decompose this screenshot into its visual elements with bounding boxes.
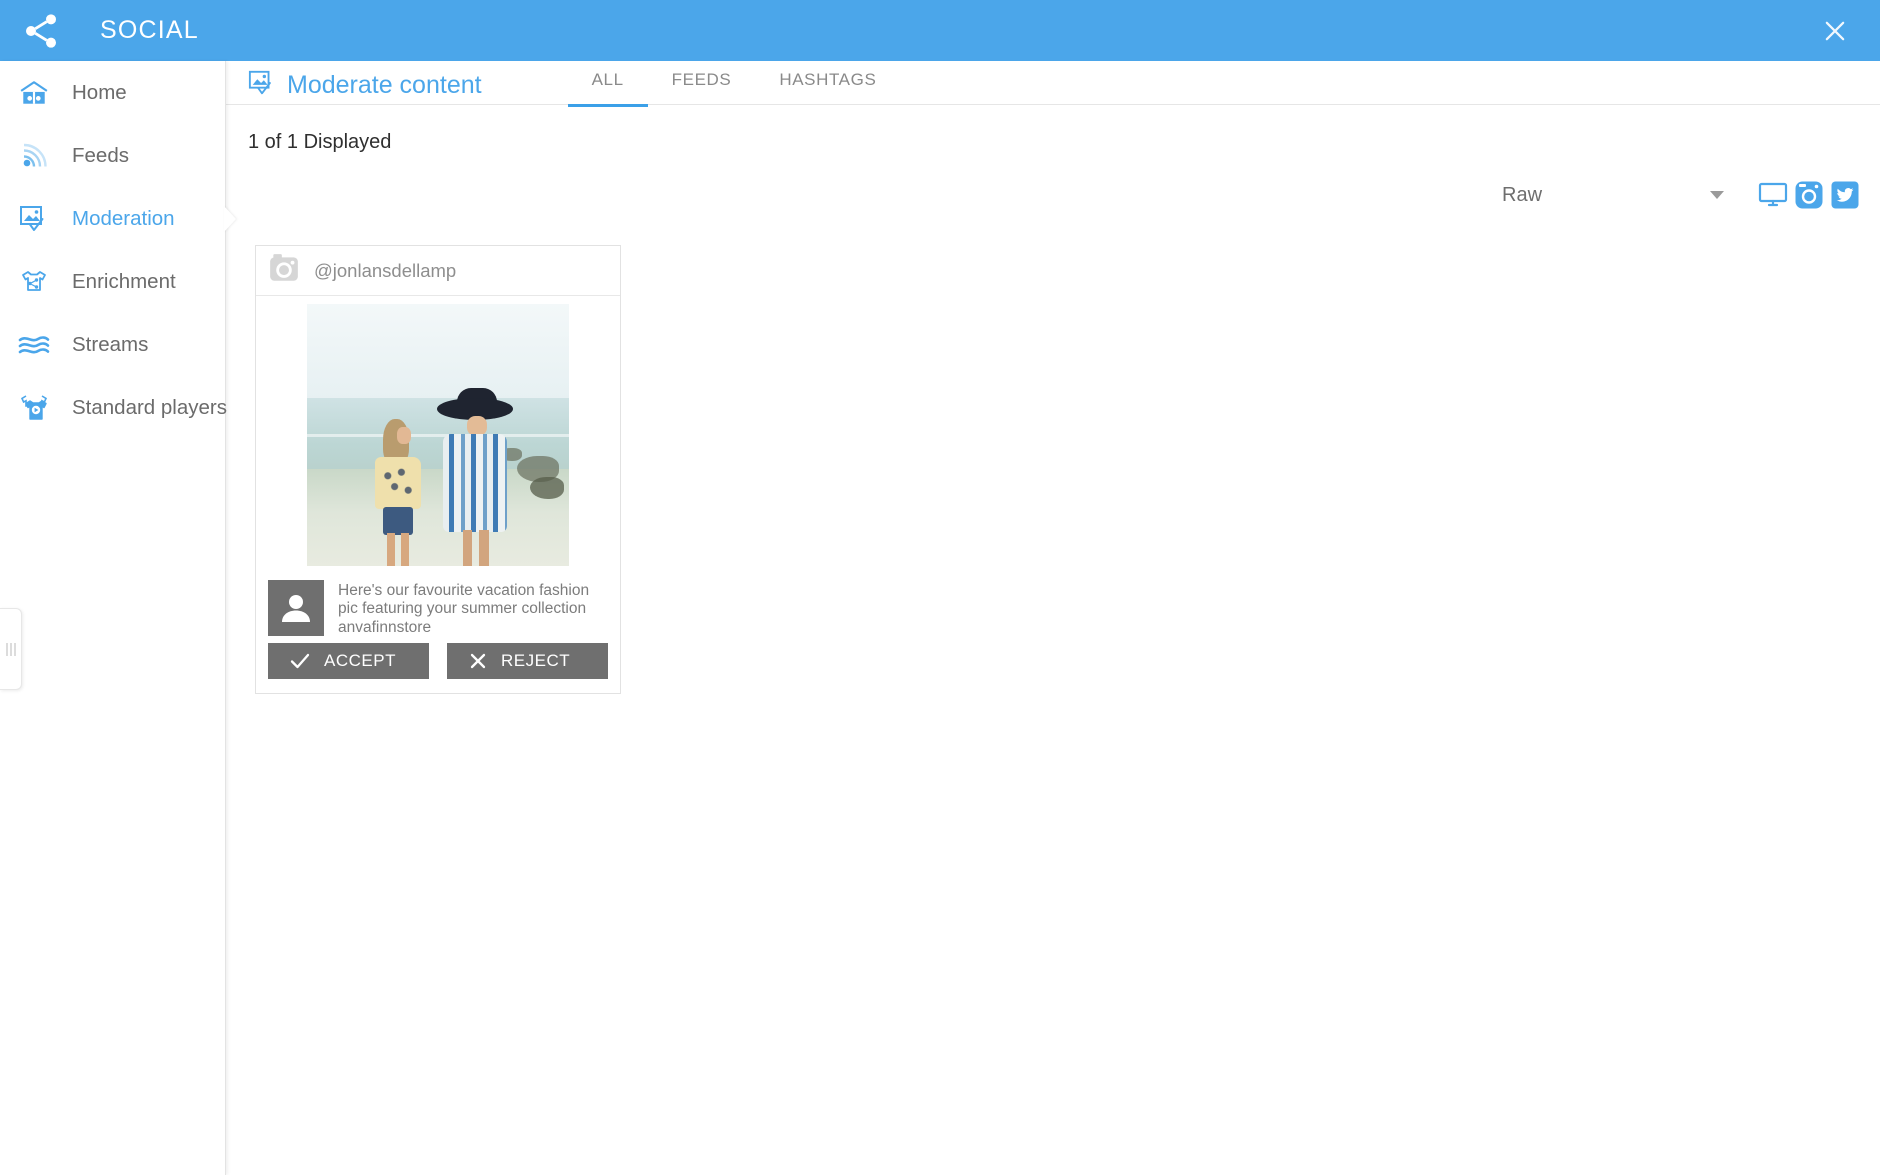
card-actions: ACCEPT REJECT: [256, 637, 620, 693]
sidebar-item-home[interactable]: Home: [0, 61, 225, 124]
tshirt-share-icon: [12, 262, 56, 302]
sidebar-item-label: Home: [72, 80, 127, 104]
sidebar-item-moderation[interactable]: Moderation: [0, 187, 236, 250]
sidebar-item-label: Streams: [72, 332, 149, 356]
content-header: Moderate content ALL FEEDS HASHTAGS: [226, 61, 1880, 107]
content-type-select-value: Raw: [1502, 183, 1543, 206]
image-check-icon: [248, 69, 276, 102]
accept-button-label: ACCEPT: [324, 650, 396, 670]
card-body: Here's our favourite vacation fashion pi…: [256, 566, 620, 637]
user-avatar-icon: [282, 595, 310, 622]
app-header: SOCIAL: [0, 0, 1880, 61]
card-author-handle: @jonlansdellamp: [314, 259, 457, 281]
card-media: [256, 296, 620, 566]
content-toolbar: Raw: [1502, 179, 1862, 211]
drag-handle-icon: [5, 642, 16, 656]
sidebar-item-feeds[interactable]: Feeds: [0, 124, 225, 187]
moderation-card: @jonlansdellamp Here's our favourite vac…: [255, 245, 621, 694]
accept-button[interactable]: ACCEPT: [268, 642, 429, 679]
close-x-icon: [469, 652, 487, 670]
avatar: [268, 580, 324, 636]
content-type-select[interactable]: Raw: [1502, 184, 1732, 207]
card-caption: Here's our favourite vacation fashion pi…: [338, 582, 590, 636]
instagram-icon[interactable]: [1792, 179, 1826, 211]
tab-hashtags[interactable]: HASHTAGS: [755, 70, 900, 107]
page-title: Moderate content: [287, 71, 482, 99]
tab-all[interactable]: ALL: [567, 70, 648, 107]
jersey-player-icon: [12, 388, 56, 428]
reject-button[interactable]: REJECT: [447, 642, 608, 679]
post-photo: [307, 304, 569, 566]
instagram-icon: [268, 252, 300, 289]
image-check-icon: [12, 199, 56, 239]
displayed-count: 1 of 1 Displayed: [248, 131, 392, 153]
chevron-down-icon: [1710, 191, 1724, 199]
check-icon: [290, 652, 310, 670]
content-tabs: ALL FEEDS HASHTAGS: [567, 61, 901, 107]
monitor-icon[interactable]: [1756, 179, 1790, 211]
tab-feeds[interactable]: FEEDS: [648, 70, 756, 107]
card-header: @jonlansdellamp: [256, 246, 620, 296]
active-indicator-notch: [224, 205, 236, 232]
sidebar-item-standard-players[interactable]: Standard players: [0, 376, 227, 439]
home-icon: [12, 73, 56, 113]
sidebar-item-label: Standard players: [72, 395, 227, 419]
app-title: SOCIAL: [100, 16, 199, 44]
close-icon[interactable]: [1818, 14, 1852, 48]
sidebar: Home Feeds Moderation Enrichment Streams…: [0, 61, 236, 1175]
sidebar-item-enrichment[interactable]: Enrichment: [0, 250, 225, 313]
sidebar-item-streams[interactable]: Streams: [0, 313, 225, 376]
sidebar-item-label: Enrichment: [72, 269, 176, 293]
rss-feed-icon: [12, 136, 56, 176]
sidebar-item-label: Moderation: [72, 206, 175, 230]
sidebar-item-label: Feeds: [72, 143, 129, 167]
twitter-icon[interactable]: [1828, 179, 1862, 211]
source-filter-icons: [1756, 179, 1862, 211]
page-title-group: Moderate content: [248, 69, 482, 102]
waves-icon: [12, 325, 56, 365]
sidebar-collapse-handle[interactable]: [0, 608, 22, 690]
reject-button-label: REJECT: [501, 650, 571, 670]
share-icon: [18, 8, 64, 54]
